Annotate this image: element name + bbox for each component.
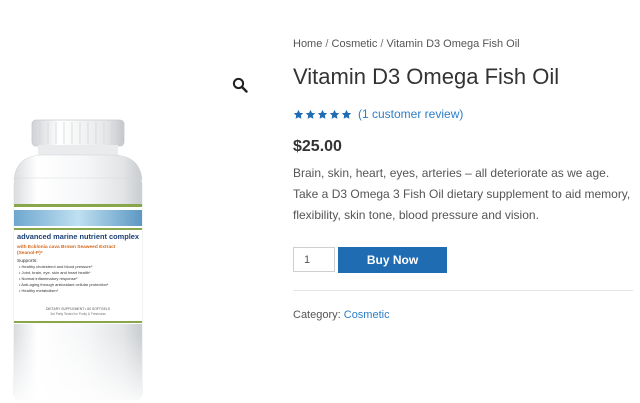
quantity-input[interactable] [293,247,335,272]
product-image[interactable]: advanced marine nutrient complex with Ec… [8,118,156,403]
breadcrumb-current: Vitamin D3 Omega Fish Oil [386,38,520,50]
product-title: Vitamin D3 Omega Fish Oil [293,64,560,89]
breadcrumb-separator: / [377,38,387,50]
product-summary: Home / Cosmetic / Vitamin D3 Omega Fish … [293,0,633,388]
buy-now-button[interactable]: Buy Now [338,247,447,273]
label-bullet: • Joint, brain, eye, skin and heart heal… [19,270,91,275]
product-price: $25.00 [293,138,342,155]
customer-review-link[interactable]: (1 customer review) [358,107,463,121]
star-icon [317,109,328,119]
breadcrumb-home-link[interactable]: Home [293,38,322,50]
breadcrumb: Home / Cosmetic / Vitamin D3 Omega Fish … [293,38,520,50]
label-bullet: • Healthy metabolism* [19,288,59,293]
divider [293,290,633,291]
magnifier-icon[interactable] [232,77,248,93]
label-subline-1: with Ecklonia cava Brown Seaweed Extract [16,244,116,250]
star-icon [329,109,340,119]
star-icon [293,109,304,119]
product-description: Brain, skin, heart, eyes, arteries – all… [293,166,631,222]
breadcrumb-separator: / [322,38,332,50]
breadcrumb-category-link[interactable]: Cosmetic [332,38,378,50]
label-subline-2: (Seanol-P)* [17,250,43,256]
product-rating: (1 customer review) [293,107,463,121]
category-link[interactable]: Cosmetic [344,309,390,321]
label-bullet: • Normal inflammatory response* [19,276,78,281]
star-icon [341,109,352,119]
label-footer-2: 3rd Party Tested for Purity & Freshness [50,312,106,316]
star-rating [293,109,352,120]
product-category: Category: Cosmetic [293,309,390,321]
label-bullet: • Healthy cholesterol and blood pressure… [19,264,93,269]
star-icon [305,109,316,119]
label-bullet: • Anti-aging through antioxidant cellula… [19,282,109,287]
label-footer-1: DIETARY SUPPLEMENT • 60 SOFTGELS [46,307,111,311]
product-gallery: advanced marine nutrient complex with Ec… [0,26,268,403]
label-headline: advanced marine nutrient complex [17,232,140,241]
category-label: Category: [293,309,344,321]
